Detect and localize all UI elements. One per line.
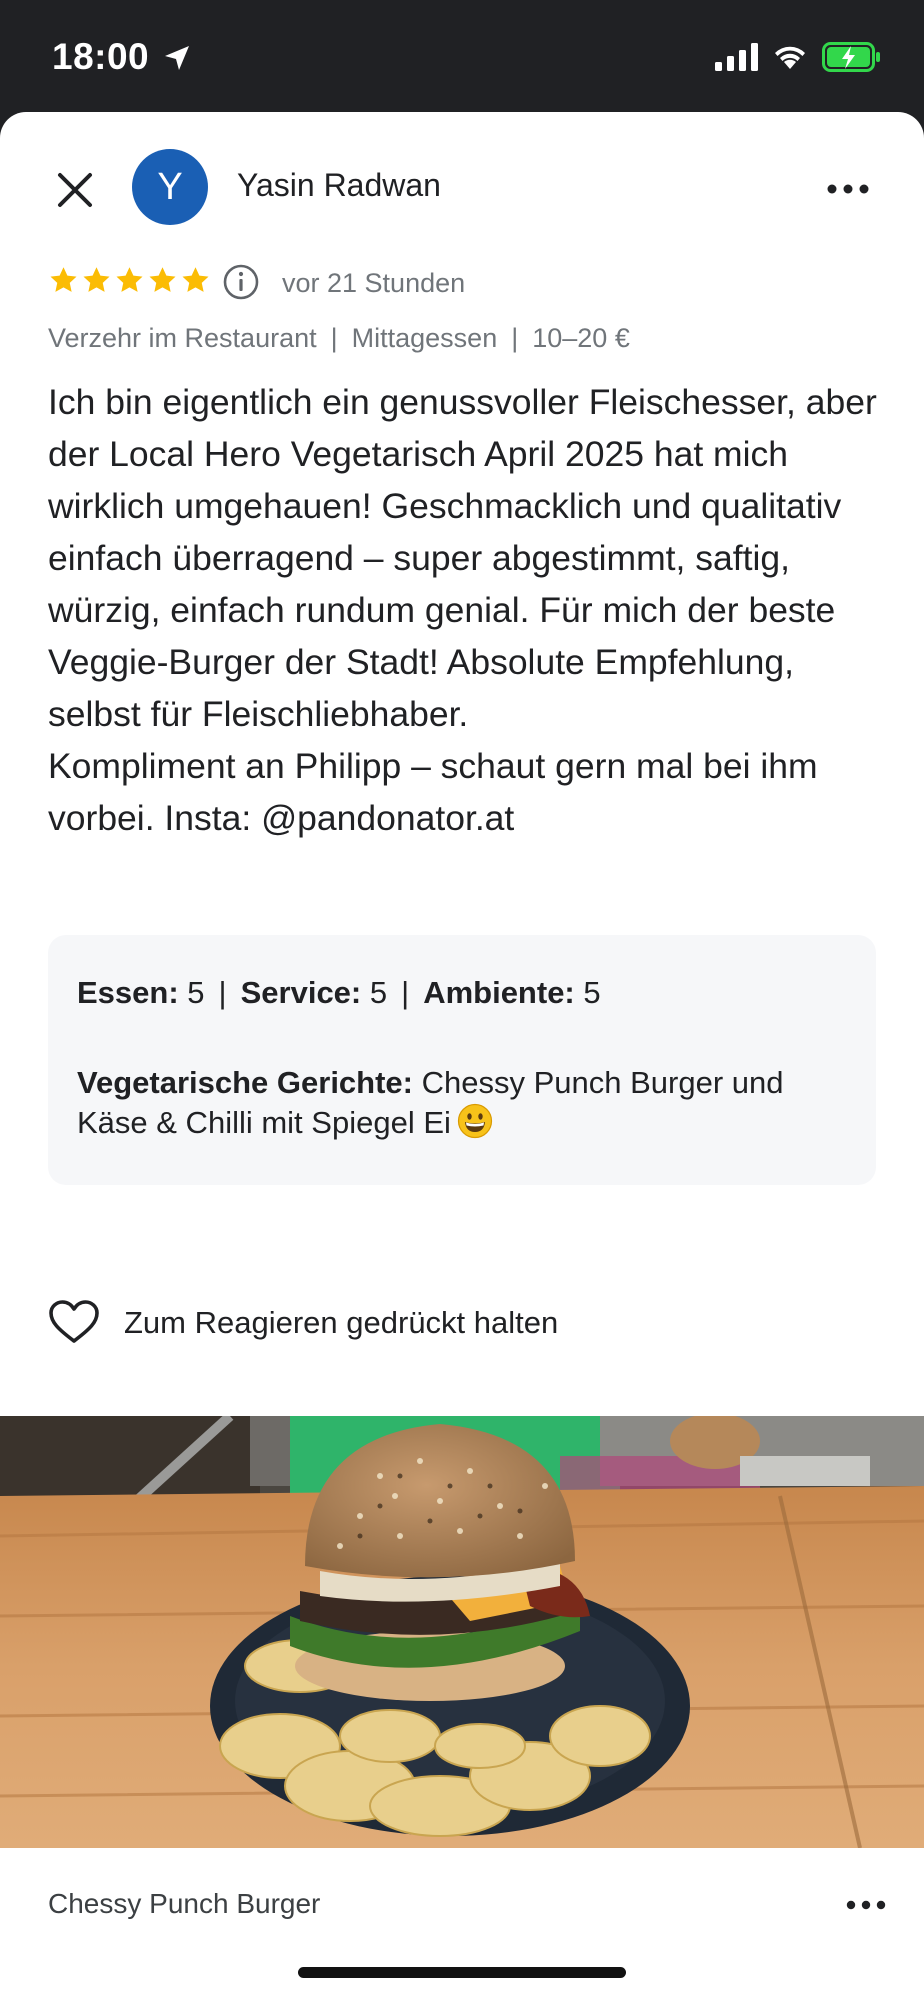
ratings-box: Essen: 5 | Service: 5 | Ambiente: 5 Vegetari… (48, 935, 876, 1185)
info-icon[interactable] (222, 263, 260, 301)
status-bar: 18:00 (0, 0, 924, 112)
service-label: Service: (240, 975, 362, 1010)
food-label: Essen: (77, 975, 179, 1010)
burger-photo-image (0, 1416, 924, 1848)
react-label: Zum Reagieren gedrückt halten (124, 1305, 559, 1340)
star-icon (149, 267, 176, 292)
author-name[interactable]: Yasin Radwan (237, 167, 441, 204)
photo-caption: Chessy Punch Burger (48, 1888, 321, 1919)
meta-meal-type: Mittagessen (351, 323, 498, 353)
review-time: vor 21 Stunden (282, 268, 466, 298)
review-photo[interactable] (0, 1416, 924, 1848)
home-indicator[interactable] (298, 1967, 626, 1978)
service-value: 5 (369, 975, 388, 1010)
grinning-face-icon (457, 1103, 492, 1139)
vegetarian-dishes: Vegetarische Gerichte: Chessy Punch Burg… (77, 1063, 857, 1143)
avatar[interactable]: Y (132, 149, 208, 225)
veg-label: Vegetarische Gerichte: (77, 1065, 413, 1100)
more-horizontal-icon[interactable] (826, 174, 870, 204)
star-icon (182, 267, 209, 292)
star-icon (50, 267, 77, 292)
location-arrow-icon (165, 46, 189, 70)
star-icon (116, 267, 143, 292)
review-text: Ich bin eigentlich ein genussvoller Flei… (48, 382, 877, 838)
food-value: 5 (187, 975, 205, 1010)
heart-icon (49, 1300, 99, 1343)
review-meta: Verzehr im Restaurant | Mittagessen | 10–20 … (48, 323, 630, 353)
meta-price-range: 10–20 € (532, 323, 630, 353)
close-icon[interactable] (52, 167, 98, 213)
meta-visit-type: Verzehr im Restaurant (48, 323, 317, 353)
wifi-icon (775, 46, 805, 69)
signal-icon (715, 43, 758, 71)
star-icon (83, 267, 110, 292)
more-horizontal-icon[interactable] (846, 1892, 886, 1918)
battery-charging-icon (822, 42, 880, 72)
status-time: 18:00 (52, 36, 150, 77)
ambience-value: 5 (583, 975, 601, 1010)
ambience-label: Ambiente: (423, 975, 575, 1010)
category-ratings: Essen: 5 | Service: 5 | Ambiente: 5 (77, 975, 601, 1010)
star-rating (48, 265, 211, 295)
review-sheet: Y Yasin Radwan vor 21 Stunden Verzehr im… (0, 112, 924, 2000)
